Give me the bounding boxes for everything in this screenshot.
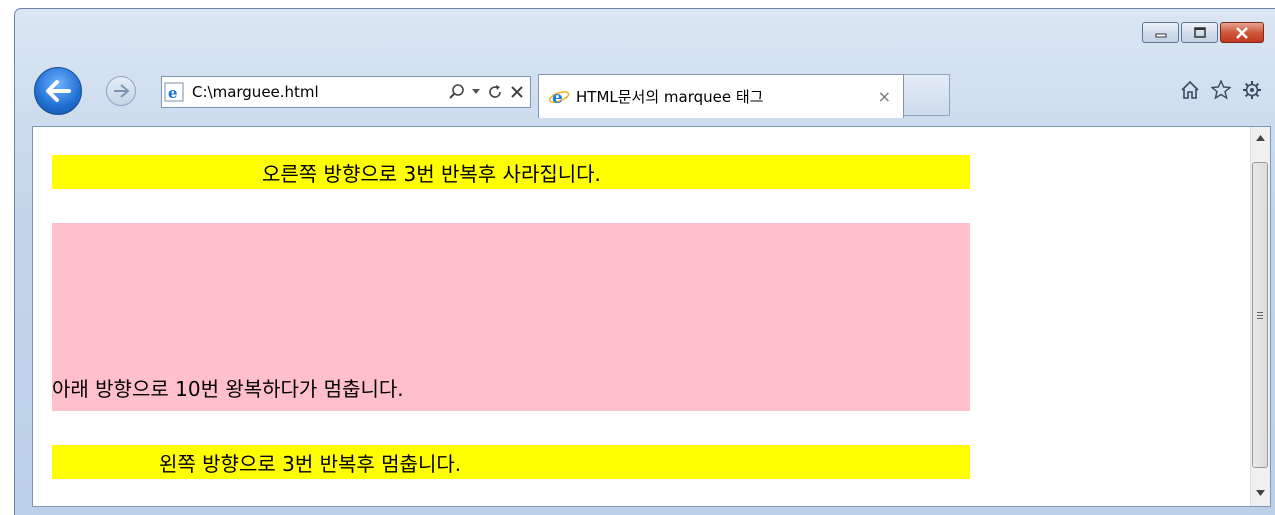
minimize-button[interactable]: [1142, 22, 1179, 43]
page-content: 오른쪽 방향으로 3번 반복후 사라집니다. 아래 방향으로 10번 왕복하다가…: [32, 126, 1271, 507]
marquee-down: 아래 방향으로 10번 왕복하다가 멈춥니다.: [52, 223, 970, 411]
stop-icon[interactable]: [510, 85, 524, 99]
marquee-right-text: 오른쪽 방향으로 3번 반복후 사라집니다.: [262, 162, 601, 186]
new-tab-button[interactable]: [904, 74, 950, 116]
address-text[interactable]: C:\marguee.html: [192, 83, 319, 101]
tab-active[interactable]: e HTML문서의 marquee 태그 ×: [538, 74, 904, 118]
toolbar-icons: [1179, 79, 1263, 101]
window-controls: [1142, 22, 1264, 43]
home-icon[interactable]: [1179, 79, 1201, 101]
minimize-icon: [1155, 33, 1166, 37]
marquee-left: 왼쪽 방향으로 3번 반복후 멈춥니다.: [52, 445, 970, 479]
dropdown-icon[interactable]: [472, 89, 480, 95]
maximize-icon: [1193, 26, 1206, 38]
forward-button[interactable]: [106, 76, 136, 106]
ie-logo-icon: e: [547, 85, 571, 109]
tab-title: HTML문서의 marquee 태그: [576, 88, 764, 106]
scrollbar-thumb[interactable]: [1252, 162, 1268, 468]
scroll-up-arrow-icon[interactable]: [1251, 129, 1270, 147]
vertical-scrollbar[interactable]: [1250, 127, 1270, 506]
tab-close-icon[interactable]: ×: [878, 87, 891, 106]
marquee-right: 오른쪽 방향으로 3번 반복후 사라집니다.: [52, 155, 970, 189]
marquee-down-text: 아래 방향으로 10번 왕복하다가 멈춥니다.: [52, 377, 404, 401]
svg-text:e: e: [552, 88, 563, 107]
maximize-button[interactable]: [1181, 22, 1218, 43]
svg-text:e: e: [168, 84, 178, 102]
grip-icon: [1257, 311, 1263, 319]
favorites-star-icon[interactable]: [1210, 79, 1232, 101]
refresh-icon[interactable]: [487, 84, 503, 100]
back-button[interactable]: [34, 67, 82, 115]
search-icon[interactable]: [449, 84, 465, 100]
back-arrow-icon: [46, 80, 71, 102]
address-bar[interactable]: e C:\marguee.html: [161, 76, 531, 108]
close-window-button[interactable]: [1220, 22, 1264, 43]
ie-page-icon: e: [162, 80, 186, 104]
forward-arrow-icon: [114, 84, 130, 98]
tools-gear-icon[interactable]: [1241, 79, 1263, 101]
close-icon: [1236, 26, 1248, 39]
scroll-down-arrow-icon[interactable]: [1251, 484, 1270, 502]
marquee-left-text: 왼쪽 방향으로 3번 반복후 멈춥니다.: [159, 452, 462, 476]
